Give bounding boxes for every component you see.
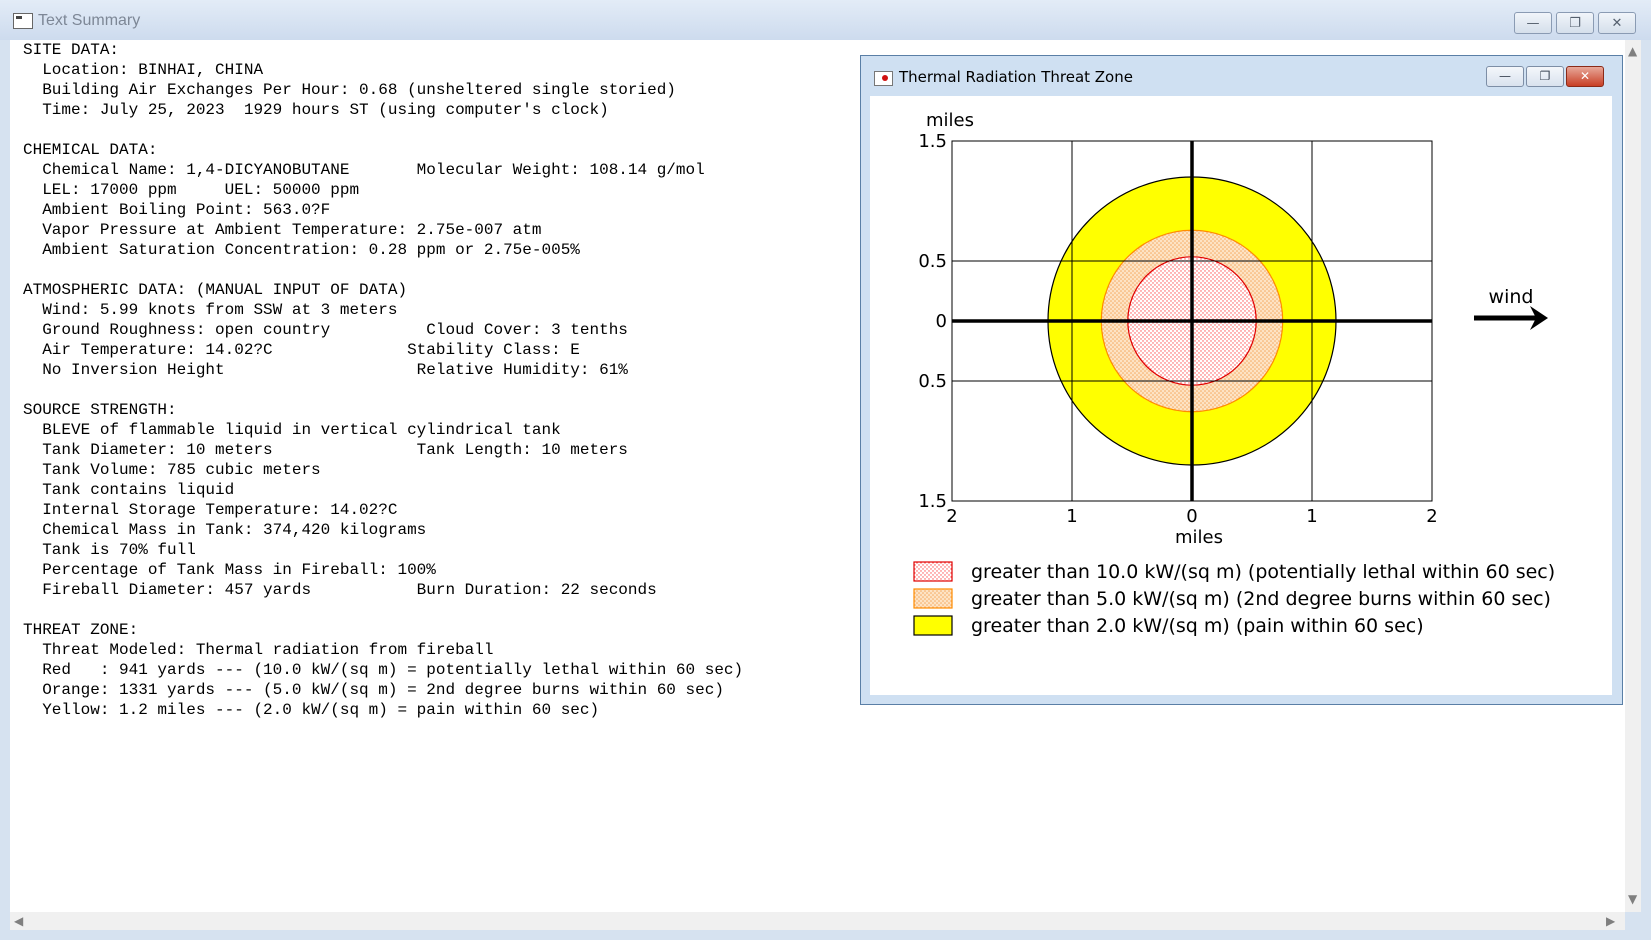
summary-line: Tank is 70% full xyxy=(42,541,196,559)
close-icon: ✕ xyxy=(1579,69,1591,83)
y-tick-label: 0.5 xyxy=(918,371,947,392)
minimize-button[interactable]: — xyxy=(1514,12,1552,34)
child-minimize-button[interactable]: — xyxy=(1486,66,1524,87)
minimize-icon: — xyxy=(1499,69,1511,83)
summary-line: Chemical Name: 1,4-DICYANOBUTANE Molecul… xyxy=(42,161,705,179)
legend-swatch xyxy=(913,561,953,582)
summary-line: Vapor Pressure at Ambient Temperature: 2… xyxy=(42,221,542,239)
summary-line: Ambient Boiling Point: 563.0?F xyxy=(42,201,331,219)
legend-label: greater than 2.0 kW/(sq m) (pain within … xyxy=(971,615,1424,637)
x-tick-label: 2 xyxy=(946,506,957,527)
x-tick-label: 1 xyxy=(1306,506,1317,527)
summary-line: Fireball Diameter: 457 yards Burn Durati… xyxy=(42,581,657,599)
scroll-up-icon[interactable]: ▲ xyxy=(1628,44,1637,58)
summary-line: Chemical Mass in Tank: 374,420 kilograms xyxy=(42,521,427,539)
summary-line: Air Temperature: 14.02?C Stability Class… xyxy=(42,341,580,359)
minimize-icon: — xyxy=(1526,16,1540,31)
summary-line: Building Air Exchanges Per Hour: 0.68 (u… xyxy=(42,81,676,99)
summary-line: Percentage of Tank Mass in Fireball: 100… xyxy=(42,561,436,579)
legend-label: greater than 5.0 kW/(sq m) (2nd degree b… xyxy=(971,588,1551,610)
summary-line: LEL: 17000 ppm UEL: 50000 ppm xyxy=(42,181,360,199)
summary-text: SITE DATA: Location: BINHAI, CHINA Build… xyxy=(23,40,743,720)
wind-indicator: wind xyxy=(1474,286,1548,330)
summary-line: Tank Volume: 785 cubic meters xyxy=(42,461,321,479)
text-summary-window: Text Summary — ❐ ✕ SITE DATA: Location: … xyxy=(0,0,1651,940)
summary-line: THREAT ZONE: xyxy=(23,621,139,639)
maximize-icon: ❐ xyxy=(1569,16,1581,31)
x-tick-label: 1 xyxy=(1066,506,1077,527)
x-tick-label: 2 xyxy=(1426,506,1437,527)
summary-line: No Inversion Height Relative Humidity: 6… xyxy=(42,361,628,379)
y-tick-label: 1.5 xyxy=(918,491,947,512)
legend-swatch xyxy=(913,615,953,636)
summary-line: SITE DATA: xyxy=(23,41,120,59)
threat-zone-title: Thermal Radiation Threat Zone xyxy=(899,68,1133,86)
child-close-button[interactable]: ✕ xyxy=(1566,66,1604,87)
threat-zone-window: Thermal Radiation Threat Zone — ❐ ✕ 2 1 … xyxy=(860,55,1623,705)
summary-line: BLEVE of flammable liquid in vertical cy… xyxy=(42,421,561,439)
summary-line: Red : 941 yards --- (10.0 kW/(sq m) = po… xyxy=(42,661,744,679)
summary-line: Time: July 25, 2023 1929 hours ST (using… xyxy=(42,101,609,119)
summary-line: ATMOSPHERIC DATA: (MANUAL INPUT OF DATA) xyxy=(23,281,408,299)
y-tick-label: 0 xyxy=(936,311,947,332)
summary-line: CHEMICAL DATA: xyxy=(23,141,158,159)
scroll-left-icon[interactable]: ◀ xyxy=(14,914,23,928)
x-axis-label: miles xyxy=(1175,527,1223,548)
y-tick-label: 1.5 xyxy=(918,131,947,152)
horizontal-scrollbar[interactable]: ◀ ▶ xyxy=(10,912,1625,930)
threat-zone-plot-panel: 2 1 0 1 2 1.5 0.5 0 0.5 1.5 miles miles wind grea… xyxy=(870,96,1612,695)
maximize-button[interactable]: ❐ xyxy=(1556,12,1594,34)
scroll-down-icon[interactable]: ▼ xyxy=(1628,892,1637,906)
summary-line: Threat Modeled: Thermal radiation from f… xyxy=(42,641,494,659)
x-tick-label: 0 xyxy=(1186,506,1197,527)
summary-line: Orange: 1331 yards --- (5.0 kW/(sq m) = … xyxy=(42,681,724,699)
y-tick-label: 0.5 xyxy=(918,251,947,272)
summary-line: Ambient Saturation Concentration: 0.28 p… xyxy=(42,241,580,259)
maximize-icon: ❐ xyxy=(1539,69,1551,83)
scroll-right-icon[interactable]: ▶ xyxy=(1606,914,1615,928)
close-button[interactable]: ✕ xyxy=(1598,12,1636,34)
close-icon: ✕ xyxy=(1611,16,1623,31)
summary-line: Tank contains liquid xyxy=(42,481,235,499)
window-app-icon[interactable] xyxy=(13,13,33,29)
summary-line: Yellow: 1.2 miles --- (2.0 kW/(sq m) = p… xyxy=(23,701,600,719)
summary-line: Ground Roughness: open country Cloud Cov… xyxy=(42,321,628,339)
summary-line: Wind: 5.99 knots from SSW at 3 meters xyxy=(42,301,398,319)
legend-label: greater than 10.0 kW/(sq m) (potentially… xyxy=(971,561,1555,583)
wind-label: wind xyxy=(1489,286,1534,308)
legend-swatch xyxy=(913,588,953,609)
vertical-scrollbar[interactable]: ▲ ▼ xyxy=(1625,40,1641,912)
threat-zone-app-icon[interactable] xyxy=(874,71,893,86)
y-axis-label: miles xyxy=(926,110,974,131)
summary-line: Location: BINHAI, CHINA xyxy=(42,61,264,79)
summary-line: Internal Storage Temperature: 14.02?C xyxy=(42,501,398,519)
window-titlebar[interactable]: Text Summary — ❐ ✕ xyxy=(0,0,1651,40)
summary-line: Tank Diameter: 10 meters Tank Length: 10… xyxy=(42,441,628,459)
window-title: Text Summary xyxy=(38,12,141,29)
summary-line: SOURCE STRENGTH: xyxy=(23,401,177,419)
threat-zone-chart: 2 1 0 1 21.50.500.51.5 miles miles wind grea… xyxy=(913,110,1555,637)
child-maximize-button[interactable]: ❐ xyxy=(1526,66,1564,87)
